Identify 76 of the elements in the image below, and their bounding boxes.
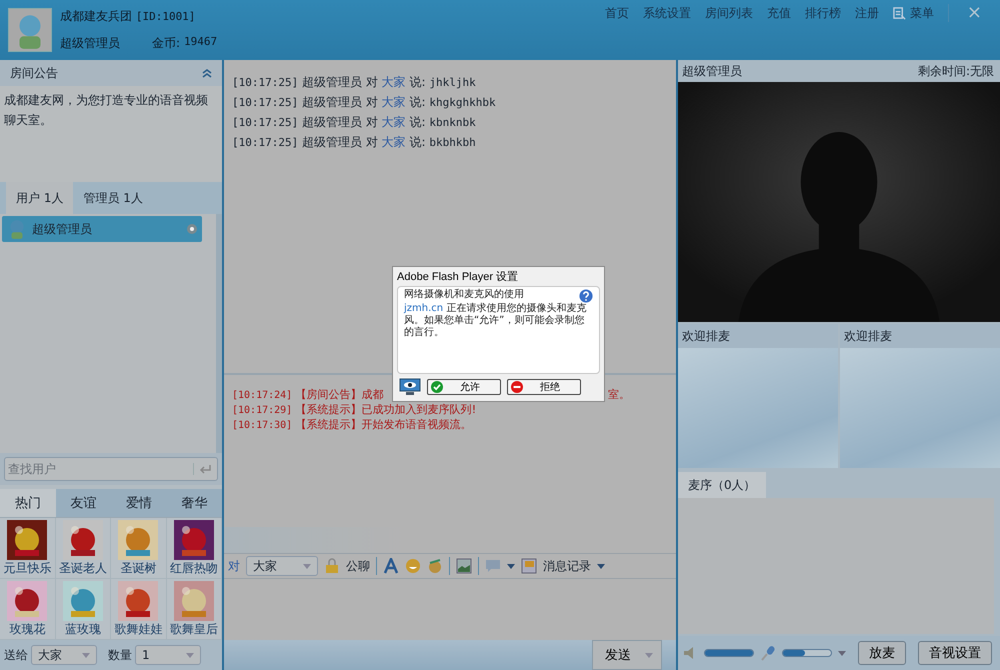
- chat-message: [10:17:25] 超级管理员 对 大家 说: bkbhkbh: [232, 134, 477, 151]
- deny-button[interactable]: 拒绝: [507, 379, 581, 395]
- user-name: 超级管理员: [60, 35, 120, 52]
- search-field[interactable]: 查找用户: [4, 457, 218, 481]
- send-button[interactable]: 发送: [592, 640, 662, 670]
- gift-label: 蓝玫瑰: [64, 621, 101, 638]
- camera-icon: [186, 223, 198, 235]
- mic-slider[interactable]: [782, 649, 832, 657]
- gift-label: 歌舞娃娃: [114, 621, 162, 638]
- system-message: [10:17:24] 【房间公告】成都: [232, 386, 384, 402]
- stop-icon: [511, 381, 523, 393]
- user-name: 超级管理员: [32, 220, 93, 238]
- room-name: 成都建友兵团: [60, 9, 132, 23]
- microphone-icon[interactable]: [760, 645, 776, 661]
- history-icon[interactable]: [521, 558, 537, 574]
- chat-message: [10:17:25] 超级管理员 对 大家 说: khgkghkhbk: [232, 94, 497, 111]
- caret-icon[interactable]: [597, 564, 605, 569]
- emoticon-icon[interactable]: [427, 558, 443, 574]
- notice-text: 成都建友网，为您打造专业的语音视频聊天室。: [0, 86, 222, 182]
- coins-label: 金币:: [152, 35, 180, 52]
- chat-message: [10:17:25] 超级管理员 对 大家 说: jhkljhk: [232, 74, 477, 91]
- caret-icon[interactable]: [507, 564, 515, 569]
- caret-icon: [82, 652, 90, 658]
- system-message: [10:17:29] 【系统提示】已成功加入到麦序队列!: [232, 402, 476, 417]
- public-chat-label[interactable]: 公聊: [346, 558, 370, 575]
- recipient-dropdown[interactable]: 大家: [31, 645, 97, 665]
- gift-tab[interactable]: 热门: [0, 489, 56, 517]
- allow-button[interactable]: 允许: [427, 379, 501, 395]
- video-user-name: 超级管理员: [682, 62, 742, 80]
- monitor-icon[interactable]: [399, 378, 421, 396]
- menu-icon[interactable]: [892, 6, 906, 20]
- target-dropdown[interactable]: 大家: [246, 556, 318, 576]
- caret-icon: [645, 652, 653, 658]
- gift-tab[interactable]: 爱情: [111, 489, 166, 517]
- room-id: [ID:1001]: [136, 10, 196, 23]
- gift-label: 红唇热吻: [170, 560, 218, 577]
- gift-tab[interactable]: 友谊: [56, 489, 111, 517]
- av-settings-button[interactable]: 音视设置: [918, 641, 992, 665]
- user-row[interactable]: 超级管理员: [2, 216, 202, 242]
- to-label: 对: [228, 558, 240, 575]
- quantity-dropdown[interactable]: 1: [135, 645, 201, 665]
- caret-icon: [186, 652, 194, 658]
- queue-tab[interactable]: 麦序（0人）: [678, 472, 766, 498]
- help-icon[interactable]: [579, 289, 593, 303]
- chat-message: [10:17:25] 超级管理员 对 大家 说: kbnknbk: [232, 114, 477, 131]
- dialog-message: jzmh.cn 正在请求使用您的摄像头和麦克风。如果您单击“允许”，则可能会录制您的言行。: [404, 303, 588, 339]
- gift-label: 圣诞老人: [58, 560, 107, 577]
- image-icon[interactable]: [456, 558, 472, 574]
- slot-title: 欢迎排麦: [840, 324, 1000, 348]
- collapse-icon[interactable]: [202, 68, 212, 78]
- gift-tab[interactable]: 奢华: [166, 489, 222, 517]
- check-icon: [431, 381, 443, 393]
- send-to-label: 送给: [4, 646, 28, 664]
- dialog-heading: 网络摄像机和麦克风的使用: [404, 289, 524, 301]
- quantity-label: 数量: [108, 646, 132, 664]
- font-icon[interactable]: [383, 558, 399, 574]
- user-tab[interactable]: 管理员 1人: [73, 182, 153, 214]
- slot-title: 欢迎排麦: [678, 324, 838, 348]
- gift-label: 歌舞皇后: [170, 621, 218, 638]
- gift-label: 圣诞树: [120, 560, 156, 577]
- release-mic-button[interactable]: 放麦: [858, 641, 906, 665]
- time-left: 剩余时间:无限: [918, 62, 994, 80]
- system-message: 室。: [608, 386, 630, 402]
- history-label[interactable]: 消息记录: [543, 558, 591, 575]
- user-tab[interactable]: 用户 1人: [6, 182, 74, 214]
- coins-value: 19467: [184, 35, 218, 50]
- gift-label: 玫瑰花: [9, 621, 46, 638]
- system-message: [10:17:30] 【系统提示】开始发布语音视频流。: [232, 416, 472, 432]
- caret-icon: [303, 564, 311, 569]
- caret-icon[interactable]: [838, 650, 846, 656]
- smiley-icon[interactable]: [405, 558, 421, 574]
- lock-icon[interactable]: [324, 558, 340, 574]
- notice-title: 房间公告: [10, 64, 58, 82]
- dialog-title: Adobe Flash Player 设置: [396, 270, 520, 285]
- gift-label: 元旦快乐: [3, 560, 52, 577]
- avatar-icon: [8, 8, 52, 52]
